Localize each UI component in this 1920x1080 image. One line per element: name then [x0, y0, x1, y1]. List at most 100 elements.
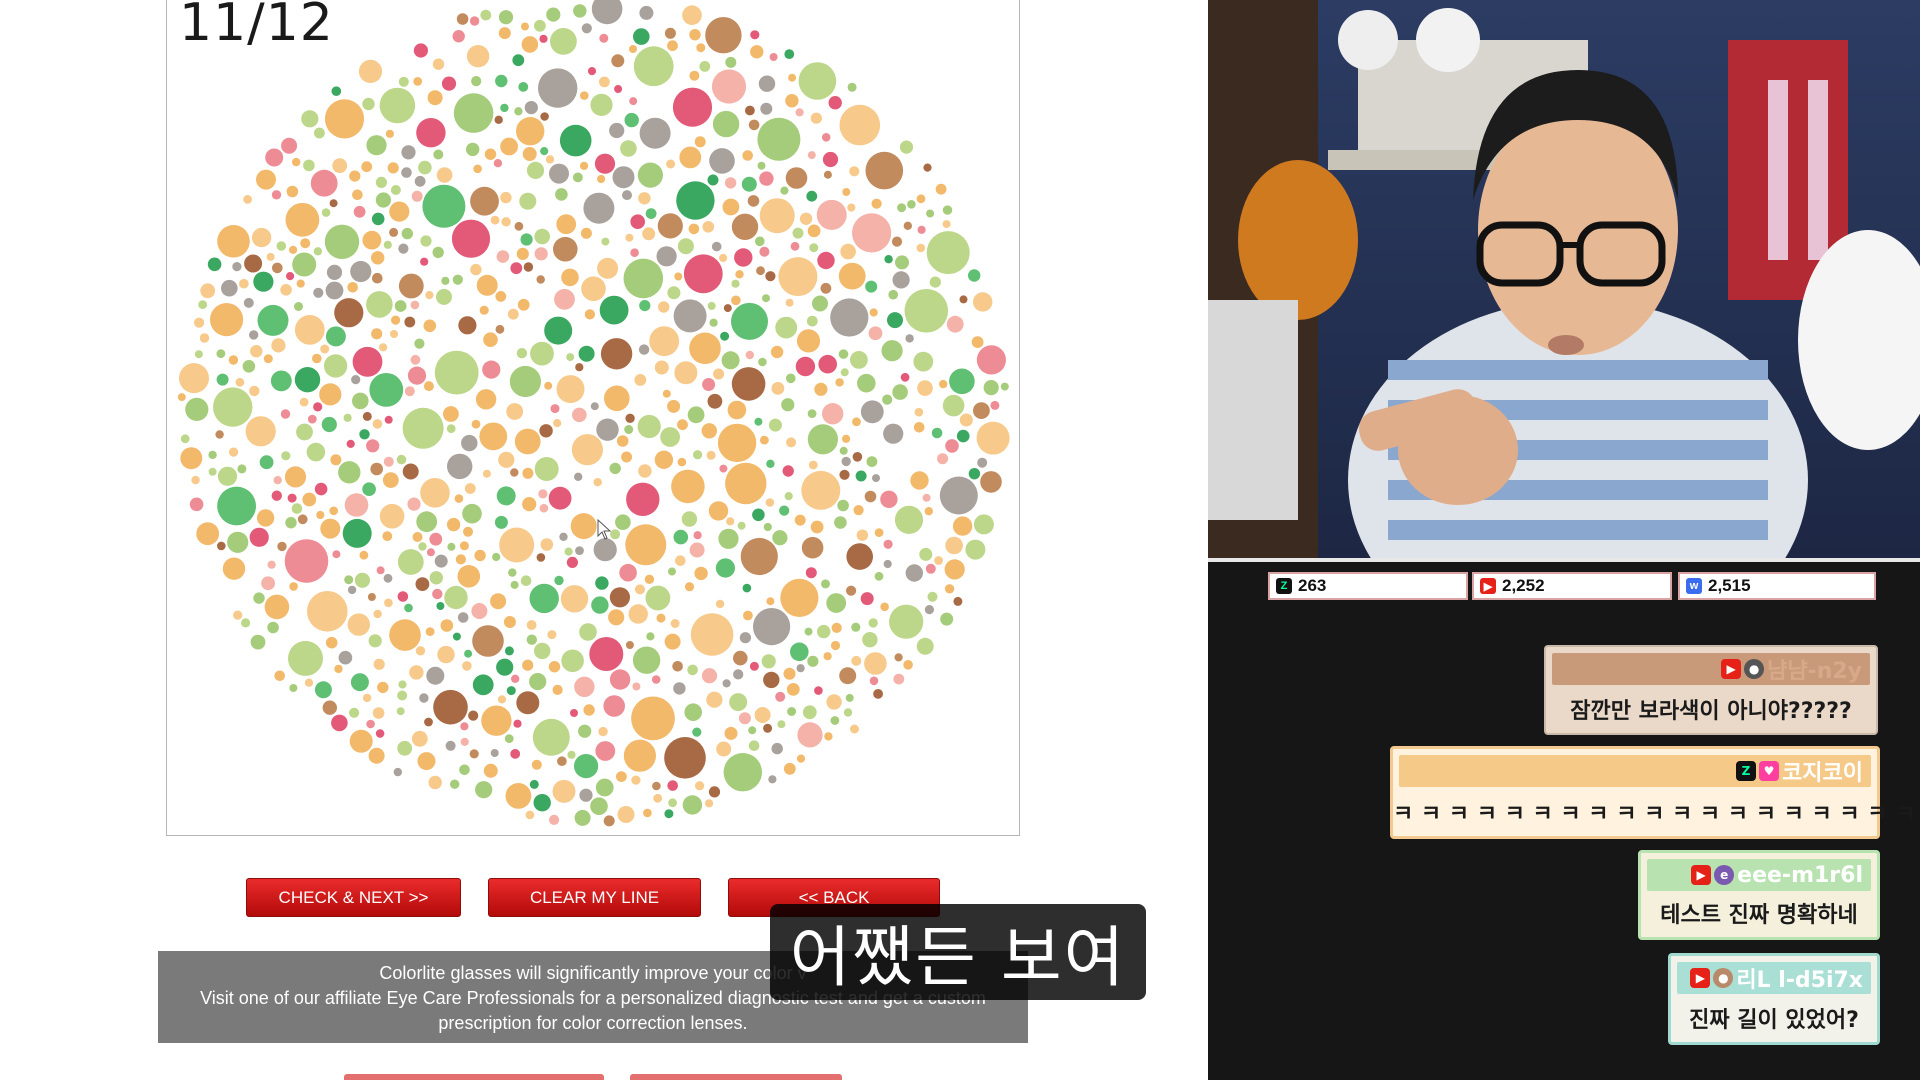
plate-dot — [633, 28, 650, 45]
plate-dot — [253, 271, 274, 292]
plate-dot — [874, 528, 884, 537]
plate-dot — [213, 387, 253, 427]
plate-dot — [191, 475, 200, 485]
youtube-icon: ▶ — [1690, 968, 1711, 988]
chat-message: ▶ ● 리L l-d5i7x 진짜 길이 있었어? — [1668, 953, 1880, 1045]
plate-dot — [620, 140, 637, 157]
plate-dot — [555, 188, 568, 201]
plate-dot — [314, 127, 325, 139]
plate-dot — [630, 214, 645, 229]
plate-dot — [990, 400, 1000, 410]
plate-dot — [801, 470, 841, 510]
plate-dot — [383, 573, 393, 583]
plate-dot — [976, 421, 1010, 455]
plate-dot — [623, 739, 656, 772]
plate-dot — [554, 288, 575, 310]
plate-dot — [839, 446, 848, 455]
plate-dot — [600, 338, 633, 370]
check-next-button[interactable]: CHECK & NEXT >> — [246, 878, 461, 917]
plate-dot — [617, 806, 635, 823]
plate-dot — [370, 462, 383, 476]
plate-dot — [658, 301, 670, 313]
plate-dot — [570, 709, 578, 717]
plate-dot — [882, 394, 893, 405]
plate-dot — [652, 781, 661, 791]
plate-dot — [826, 694, 842, 710]
plate-dot — [553, 236, 578, 262]
plate-dot — [616, 435, 629, 447]
plate-dot — [578, 345, 595, 362]
plate-dot — [347, 613, 370, 636]
plate-dot — [267, 621, 279, 634]
plate-dot — [274, 670, 285, 682]
plate-dot — [383, 240, 392, 249]
plate-dot — [243, 195, 252, 204]
plate-dot — [689, 332, 721, 365]
plate-dot — [798, 62, 837, 100]
plate-dot — [623, 258, 664, 299]
plate-dot — [595, 576, 609, 590]
plate-dot — [581, 23, 592, 34]
plate-dot — [526, 161, 545, 179]
plate-dot — [510, 262, 523, 275]
plate-dot — [531, 759, 542, 770]
plate-dot — [759, 171, 774, 186]
plate-dot — [887, 312, 903, 329]
plate-dot — [452, 274, 463, 285]
plate-dot — [645, 585, 671, 611]
plate-dot — [549, 163, 569, 184]
plate-dot — [522, 467, 534, 479]
plate-dot — [926, 209, 935, 218]
plate-dot — [688, 223, 700, 235]
plate-dot — [503, 616, 516, 628]
plate-dot — [296, 279, 305, 288]
plate-dot — [942, 205, 953, 215]
plate-dot — [249, 385, 260, 397]
plate-dot — [823, 652, 832, 661]
plate-dot — [944, 584, 955, 594]
plate-dot — [423, 381, 434, 392]
plate-dot — [285, 517, 297, 529]
plate-dot — [629, 97, 638, 106]
plate-dot — [603, 815, 615, 827]
plate-dot — [499, 527, 535, 563]
plate-dot — [624, 425, 634, 434]
plate-dot — [722, 679, 731, 688]
plate-dot — [229, 447, 239, 457]
plate-dot — [903, 660, 913, 670]
plate-dot — [525, 810, 535, 820]
plate-dot — [287, 493, 297, 503]
plate-dot — [643, 808, 652, 818]
plate-dot — [894, 653, 903, 662]
plate-dot — [731, 295, 741, 306]
plate-dot — [797, 722, 823, 748]
plate-dot — [869, 676, 879, 686]
plate-dot — [597, 174, 606, 184]
plate-dot — [433, 149, 444, 160]
plate-dot — [900, 372, 910, 382]
plate-dot — [864, 652, 887, 675]
plate-dot — [397, 690, 408, 701]
bottom-button-partial[interactable] — [344, 1074, 604, 1080]
plate-dot — [288, 640, 323, 676]
plate-dot — [352, 392, 369, 410]
plate-dot — [529, 673, 547, 691]
clear-line-button[interactable]: CLEAR MY LINE — [488, 878, 701, 917]
plate-dot — [257, 304, 289, 336]
plate-dot — [516, 117, 545, 146]
chat-header: ▶ ● 리L l-d5i7x — [1677, 962, 1871, 994]
plate-dot — [599, 33, 609, 43]
bottom-button-partial[interactable] — [630, 1074, 842, 1080]
plate-dot — [432, 58, 445, 70]
plate-dot — [603, 695, 625, 717]
plate-dot — [540, 112, 549, 121]
plate-dot — [880, 602, 889, 612]
color-plate[interactable] — [167, 0, 1020, 836]
plate-dot — [624, 112, 639, 128]
plate-dot — [217, 466, 238, 486]
plate-dot — [709, 148, 735, 174]
plate-dot — [256, 169, 276, 190]
plate-dot — [587, 67, 597, 76]
plate-dot — [779, 505, 790, 516]
plate-dot — [332, 158, 348, 174]
